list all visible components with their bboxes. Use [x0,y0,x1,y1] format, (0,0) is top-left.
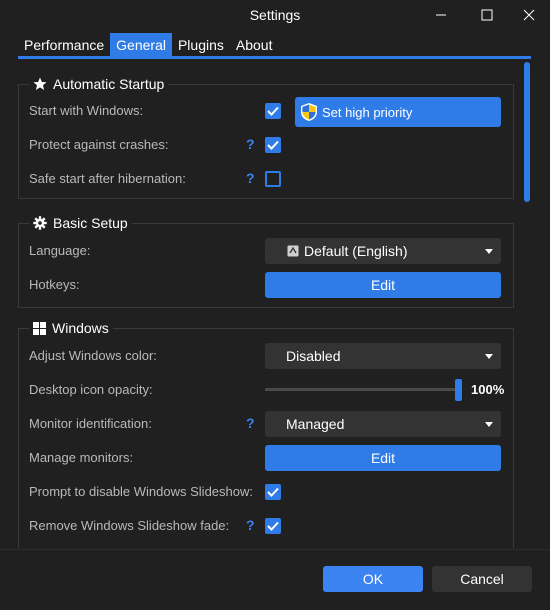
protect-crashes-label: Protect against crashes: [29,137,169,152]
icon-opacity-label: Desktop icon opacity: [29,382,153,397]
scrollbar-thumb[interactable] [524,62,530,202]
checkmark-icon [267,106,279,116]
tab-underline [18,56,531,59]
prompt-slideshow-row: Prompt to disable Windows Slideshow: [19,475,513,509]
language-row: Language: Default (English) [19,234,513,268]
chevron-down-icon [485,354,493,359]
tab-performance[interactable]: Performance [18,33,110,57]
windows-color-value: Disabled [286,348,341,364]
settings-content: Automatic Startup Start with Windows: Se… [0,62,520,548]
cancel-button[interactable]: Cancel [432,566,532,592]
help-icon[interactable]: ? [246,517,255,533]
set-high-priority-button[interactable]: Set high priority [295,97,501,127]
gear-icon [33,216,47,230]
ok-button[interactable]: OK [323,566,423,592]
group-title: Windows [52,320,109,336]
windows-group: Windows Adjust Windows color: Disabled D… [18,320,514,548]
monitor-identification-select[interactable]: Managed [265,411,501,437]
tab-general[interactable]: General [110,33,172,57]
help-icon[interactable]: ? [246,170,255,186]
basic-setup-group: Basic Setup Language: Default (English) … [18,215,514,308]
remove-fade-checkbox[interactable] [265,518,281,534]
safe-start-label: Safe start after hibernation: [29,171,186,186]
hotkeys-row: Hotkeys: Edit [19,268,513,302]
protect-crashes-checkbox[interactable] [265,137,281,153]
hotkeys-label: Hotkeys: [29,277,80,292]
protect-crashes-row: Protect against crashes: ? [19,128,513,162]
icon-opacity-slider-track[interactable] [265,388,455,391]
maximize-button[interactable] [464,0,510,30]
tab-plugins[interactable]: Plugins [172,33,230,57]
manage-monitors-edit-button[interactable]: Edit [265,445,501,471]
monitor-identification-label: Monitor identification: [29,416,152,431]
help-icon[interactable]: ? [246,415,255,431]
help-icon[interactable]: ? [246,136,255,152]
language-icon [287,245,299,257]
chevron-down-icon [485,422,493,427]
footer-divider [0,549,550,550]
start-with-windows-row: Start with Windows: Set high priority [19,94,513,128]
start-with-windows-checkbox[interactable] [265,103,281,119]
close-button[interactable] [506,0,550,30]
windows-color-row: Adjust Windows color: Disabled [19,339,513,373]
group-title: Automatic Startup [53,76,165,92]
prompt-slideshow-checkbox[interactable] [265,484,281,500]
manage-monitors-row: Manage monitors: Edit [19,441,513,475]
monitor-identification-row: Monitor identification: ? Managed [19,407,513,441]
remove-fade-row: Remove Windows Slideshow fade: ? [19,509,513,543]
close-icon [523,9,535,21]
windows-color-label: Adjust Windows color: [29,348,157,363]
automatic-startup-heading: Automatic Startup [29,76,169,92]
checkmark-icon [267,140,279,150]
star-icon [33,77,47,90]
hotkeys-edit-button[interactable]: Edit [265,272,501,298]
icon-opacity-slider-thumb[interactable] [455,379,462,401]
monitor-identification-value: Managed [286,416,345,432]
checkmark-icon [267,487,279,497]
automatic-startup-group: Automatic Startup Start with Windows: Se… [18,76,514,199]
group-title: Basic Setup [53,215,128,231]
minimize-button[interactable] [418,0,464,30]
icon-opacity-row: Desktop icon opacity: 100% [19,373,513,407]
uac-shield-icon [301,103,317,121]
windows-color-select[interactable]: Disabled [265,343,501,369]
partial-next-row [19,543,513,548]
minimize-icon [436,14,446,16]
chevron-down-icon [485,249,493,254]
language-select[interactable]: Default (English) [265,238,501,264]
windows-heading: Windows [29,320,113,336]
language-label: Language: [29,243,91,258]
start-with-windows-label: Start with Windows: [29,103,144,118]
tab-bar: Performance General Plugins About [18,33,278,57]
maximize-icon [481,9,493,21]
prompt-slideshow-label: Prompt to disable Windows Slideshow: [29,484,253,499]
checkmark-icon [267,521,279,531]
language-value: Default (English) [304,243,408,259]
safe-start-checkbox[interactable] [265,171,281,187]
set-high-priority-label: Set high priority [322,104,413,120]
tab-about[interactable]: About [230,33,279,57]
safe-start-row: Safe start after hibernation: ? [19,162,513,196]
icon-opacity-value: 100% [471,382,505,397]
title-bar: Settings [0,0,550,30]
manage-monitors-label: Manage monitors: [29,450,134,465]
remove-fade-label: Remove Windows Slideshow fade: [29,518,230,533]
basic-setup-heading: Basic Setup [29,215,132,231]
windows-logo-icon [33,321,46,335]
